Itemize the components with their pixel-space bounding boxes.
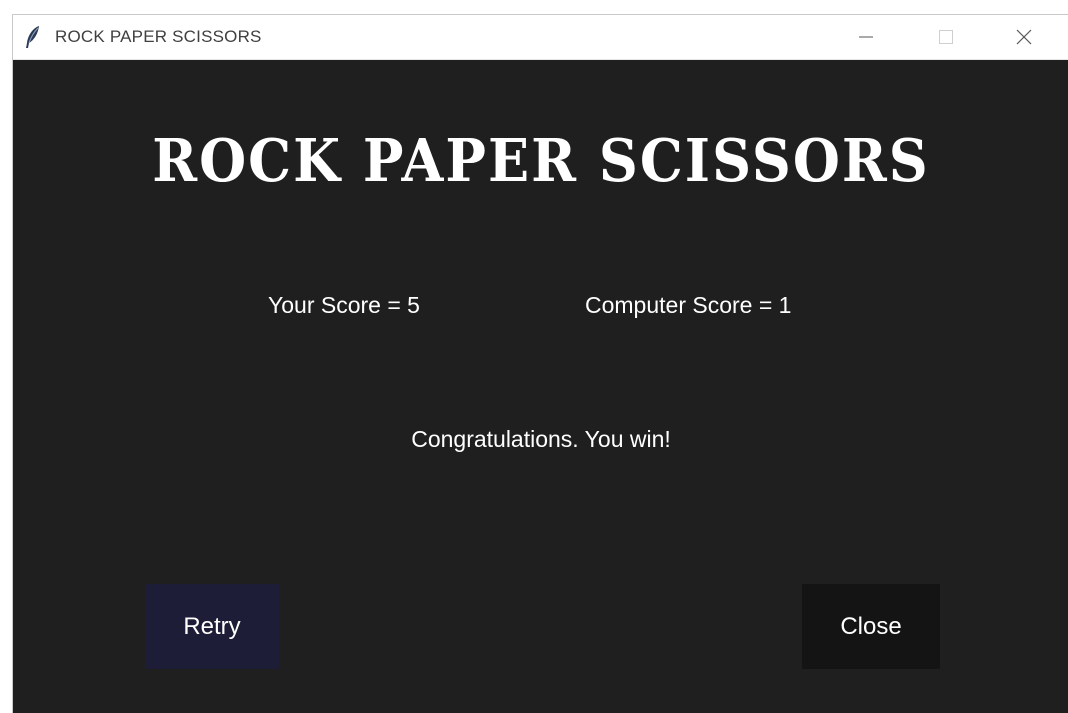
your-score-label: Your Score = 5: [268, 292, 420, 318]
close-window-button[interactable]: [985, 15, 1063, 59]
close-button[interactable]: Close: [802, 584, 940, 669]
title-bar[interactable]: ROCK PAPER SCISSORS: [13, 15, 1068, 60]
minimize-icon: [859, 36, 873, 38]
minimize-button[interactable]: [827, 15, 905, 59]
game-panel: ROCK PAPER SCISSORS Your Score = 5 Compu…: [13, 60, 1068, 713]
app-window: ROCK PAPER SCISSORS ROCK PAPER SCISSORS …: [12, 14, 1068, 713]
maximize-button[interactable]: [907, 15, 985, 59]
window-title: ROCK PAPER SCISSORS: [55, 27, 262, 46]
game-title: ROCK PAPER SCISSORS: [152, 124, 930, 196]
maximize-icon: [939, 30, 953, 44]
computer-score-label: Computer Score = 1: [585, 292, 792, 318]
retry-button[interactable]: Retry: [145, 584, 279, 669]
result-message: Congratulations. You win!: [411, 426, 671, 452]
feather-icon: [23, 25, 43, 49]
close-icon: [1016, 29, 1032, 45]
